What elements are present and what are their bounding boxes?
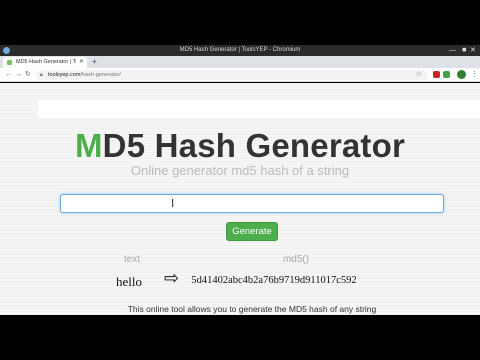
close-window-icon[interactable]: ✕ [470, 46, 476, 55]
page-title: MD5 Hash Generator [0, 126, 480, 166]
page-title-rest: D5 Hash Generator [102, 127, 406, 164]
reload-icon[interactable]: ↻ [25, 69, 31, 81]
arrow-right-icon: ⇨ [164, 268, 180, 289]
window-titlebar: MD5 Hash Generator | ToolsYEP - Chromium… [0, 45, 480, 56]
browser-menu-icon[interactable]: ⋮ [471, 69, 478, 81]
minimize-icon[interactable]: — [449, 46, 456, 55]
text-column-label: text [123, 254, 141, 265]
url-host: toolsyep.com [48, 72, 81, 78]
forward-icon[interactable]: → [15, 69, 22, 81]
favicon-icon [7, 60, 12, 65]
url-path: /hash-generator/ [80, 72, 121, 78]
top-banner [38, 100, 480, 118]
tab-title: MD5 Hash Generator | Tools [16, 59, 76, 65]
web-page: MD5 Hash Generator Online generator md5 … [0, 83, 480, 315]
generate-button[interactable]: Generate [226, 222, 278, 241]
bookmark-star-icon[interactable]: ☆ [416, 70, 422, 80]
page-title-accent: M [74, 127, 103, 164]
text-input[interactable] [60, 194, 444, 213]
lock-icon: 🔒︎ [40, 72, 43, 78]
back-icon[interactable]: ← [5, 69, 12, 81]
extension-icon[interactable] [443, 71, 450, 78]
extension-icon[interactable] [433, 71, 440, 78]
page-subtitle: Online generator md5 hash of a string [130, 163, 350, 178]
md5-hash-value[interactable]: 5d41402abc4b2a76b9719d911017c592 [189, 275, 359, 286]
tab-strip: MD5 Hash Generator | Tools ✕ + [0, 56, 480, 68]
tool-description: This online tool allows you to generate … [127, 304, 377, 314]
address-bar[interactable]: 🔒︎ toolsyep.com/hash-generator/ ☆ [36, 70, 428, 80]
new-tab-icon[interactable]: + [92, 56, 97, 68]
text-cursor-icon: I [171, 197, 175, 210]
input-text-value: hello [116, 274, 142, 289]
md5-column-label: md5() [282, 254, 310, 265]
browser-toolbar: ← → ↻ 🔒︎ toolsyep.com/hash-generator/ ☆ … [0, 68, 480, 82]
close-tab-icon[interactable]: ✕ [79, 58, 84, 67]
browser-tab[interactable]: MD5 Hash Generator | Tools ✕ [3, 57, 87, 68]
url-text: toolsyep.com/hash-generator/ [48, 71, 121, 79]
profile-avatar[interactable] [457, 70, 466, 79]
screen: MD5 Hash Generator | ToolsYEP - Chromium… [0, 0, 480, 360]
window-title: MD5 Hash Generator | ToolsYEP - Chromium [179, 47, 301, 53]
maximize-icon[interactable]: ◽ [460, 46, 469, 55]
